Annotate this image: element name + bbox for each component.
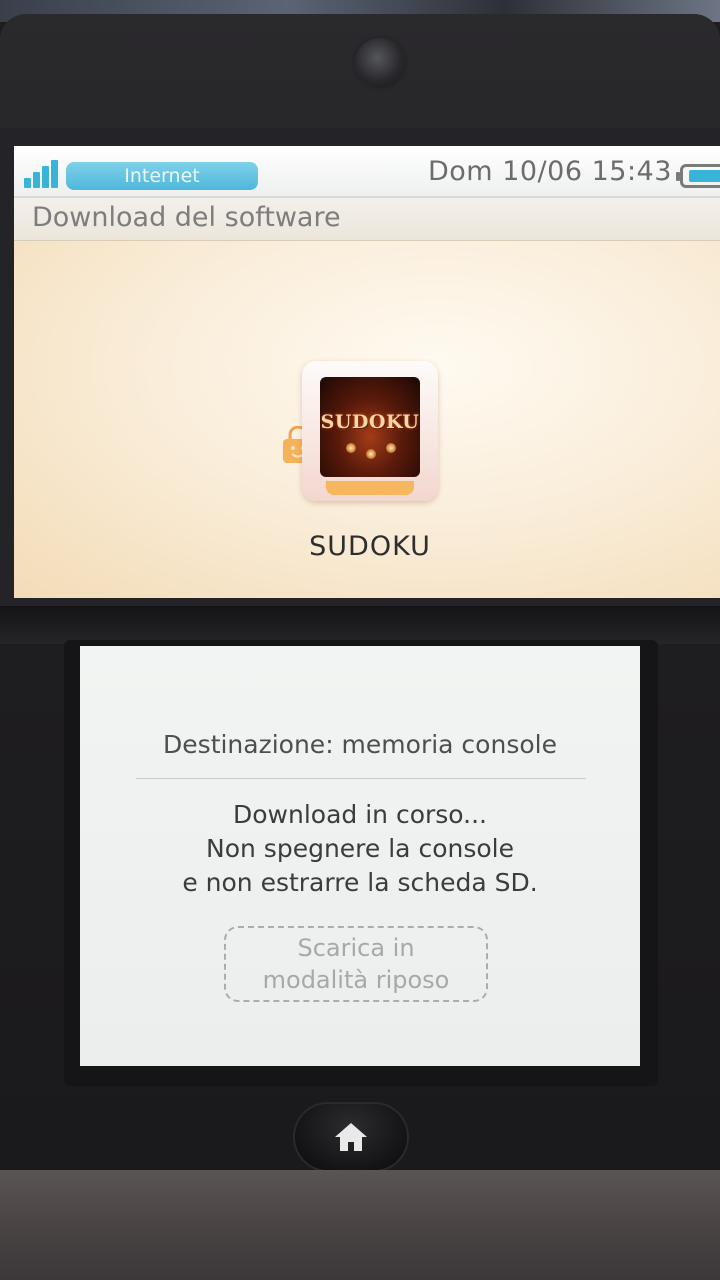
sleep-button-label-line1: Scarica in bbox=[297, 934, 415, 962]
status-bar: Internet Dom 10/06 15:43 bbox=[14, 146, 720, 198]
game-icon-text: SUDOKU bbox=[320, 411, 420, 433]
home-icon bbox=[335, 1123, 367, 1151]
background-surface bbox=[0, 1170, 720, 1280]
warning-text-line-2: e non estrarre la scheda SD. bbox=[182, 868, 538, 897]
divider bbox=[136, 778, 586, 779]
app-title: Download del software bbox=[32, 202, 341, 233]
warning-text-line-1: Non spegnere la console bbox=[206, 834, 514, 863]
tile-base bbox=[326, 481, 414, 495]
bottom-screen: Destinazione: memoria console Download i… bbox=[80, 646, 640, 1066]
internet-status-badge: Internet bbox=[66, 162, 258, 190]
battery-icon bbox=[676, 164, 720, 188]
download-status-text: Download in corso... bbox=[233, 800, 487, 829]
top-screen: Internet Dom 10/06 15:43 Download del so… bbox=[14, 146, 720, 598]
destination-label: Destinazione: memoria console bbox=[163, 730, 557, 759]
game-icon: SUDOKU bbox=[320, 377, 420, 477]
date-time: Dom 10/06 15:43 bbox=[428, 156, 672, 187]
hinge bbox=[0, 606, 720, 644]
signal-bars-icon bbox=[24, 158, 68, 188]
camera-icon bbox=[355, 38, 405, 88]
sleep-mode-download-button[interactable]: Scarica in modalità riposo bbox=[224, 926, 488, 1002]
home-button[interactable] bbox=[295, 1104, 407, 1170]
game-tile[interactable]: SUDOKU bbox=[302, 361, 438, 501]
sleep-button-label-line2: modalità riposo bbox=[262, 966, 450, 994]
app-title-bar: Download del software bbox=[14, 198, 720, 241]
game-title: SUDOKU bbox=[309, 531, 431, 562]
